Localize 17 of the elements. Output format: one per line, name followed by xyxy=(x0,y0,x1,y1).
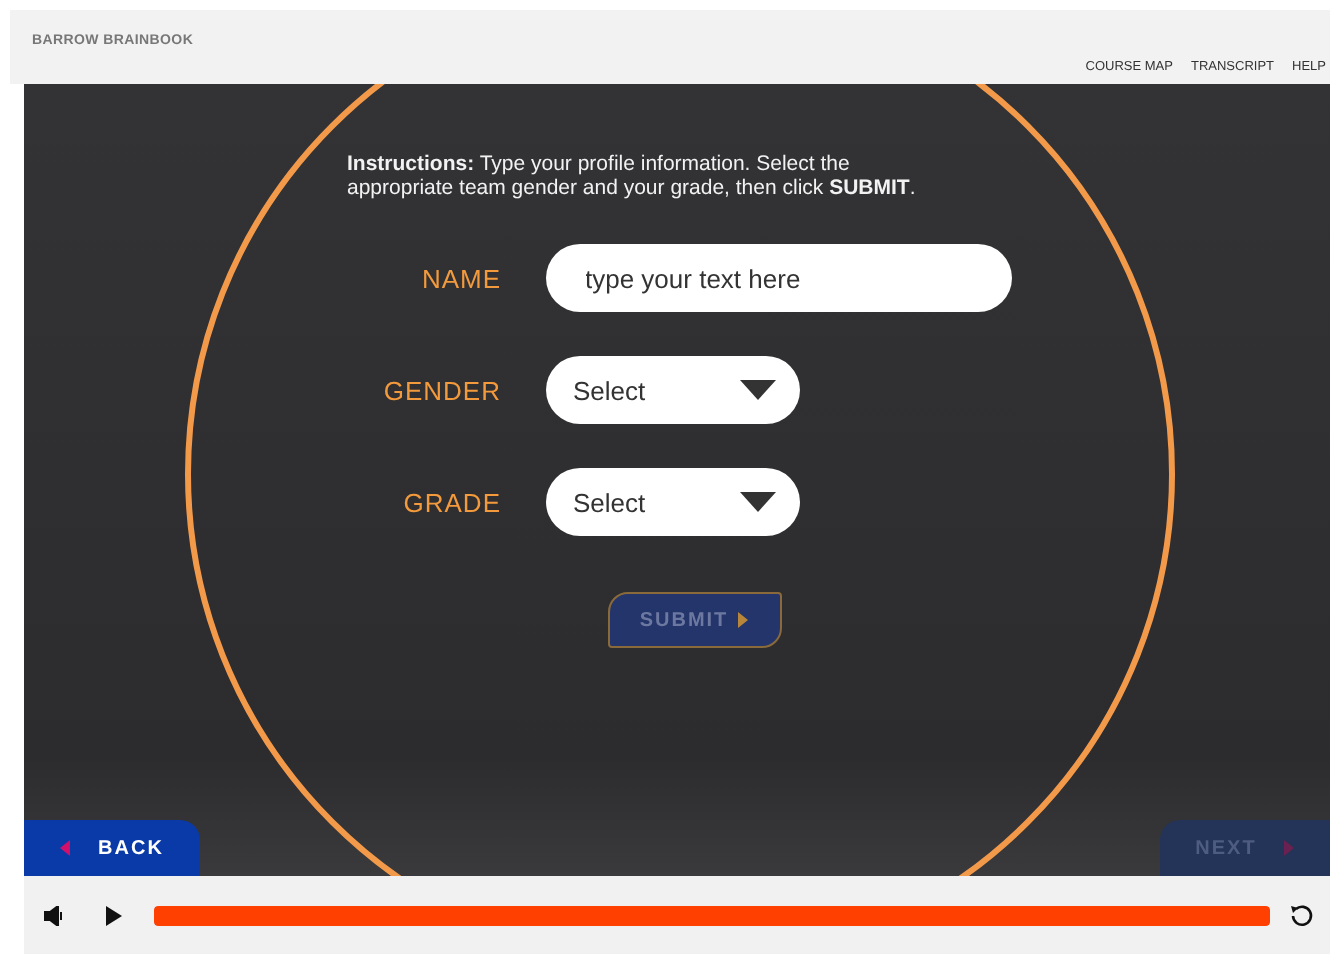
field-label: NAME xyxy=(419,263,501,293)
left-arrow-icon xyxy=(60,840,71,856)
instructions-text: Instructions: Type your profile information. Select the appropriate team gender and your grade, then click SUBMIT. xyxy=(347,152,918,200)
replay-icon[interactable] xyxy=(1290,903,1314,927)
name-input[interactable]: type your text here xyxy=(545,244,1011,312)
back-button[interactable]: BACK xyxy=(24,820,200,876)
progress-bar[interactable] xyxy=(154,905,1270,925)
speaker-icon[interactable] xyxy=(44,905,66,925)
play-icon[interactable] xyxy=(106,905,122,925)
field-label: GRADE xyxy=(401,487,501,517)
caret-icon xyxy=(739,492,775,512)
right-arrow-icon xyxy=(1284,840,1295,856)
caret-icon xyxy=(739,380,775,400)
right-arrow-icon xyxy=(738,612,749,628)
select-dropdown[interactable]: Select xyxy=(545,468,799,536)
field-label: GENDER xyxy=(381,375,501,405)
select-dropdown[interactable]: Select xyxy=(545,356,799,424)
